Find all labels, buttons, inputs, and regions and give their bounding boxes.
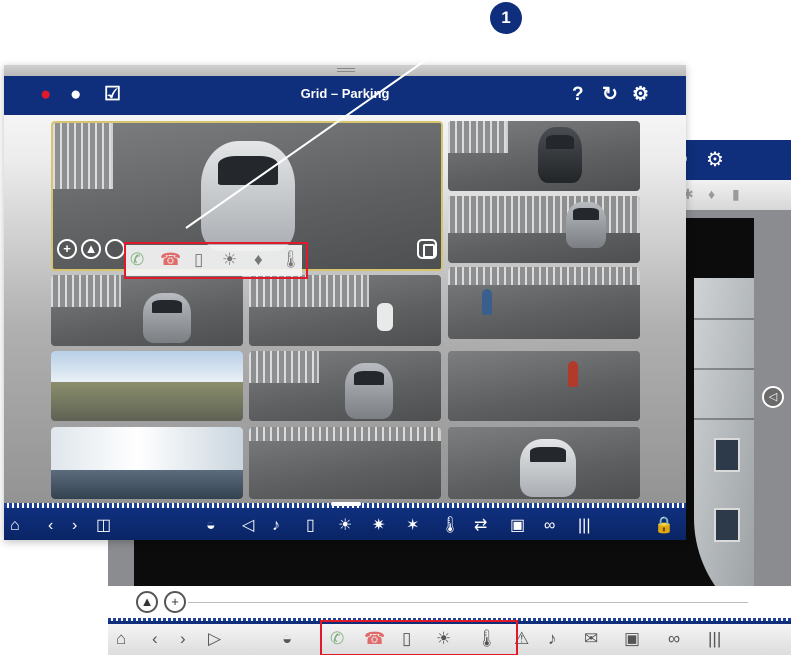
camera-tile-parking-silver-car[interactable]: [448, 427, 640, 499]
building-image: [694, 278, 754, 586]
page-title: Grid – Parking: [300, 86, 390, 101]
camera-tile-parking-grey-car[interactable]: [249, 351, 441, 421]
microphone-icon[interactable]: ♪: [272, 516, 280, 536]
back-icon[interactable]: ‹: [48, 516, 53, 536]
light-auto-icon[interactable]: ✶: [406, 516, 419, 536]
front-timeline[interactable]: [4, 502, 686, 511]
back-icon[interactable]: ‹: [152, 629, 158, 649]
camera-tile-parking-scooter[interactable]: [249, 275, 441, 346]
link-icon[interactable]: ∞: [544, 516, 555, 536]
link-icon[interactable]: ∞: [668, 629, 680, 649]
screenshot-composition: ↻ ⚙ ✱ ♦ ▮ ◁ ▲ + ⌂: [0, 0, 791, 655]
camera-tile-parking-gate[interactable]: [249, 427, 441, 499]
front-window: ● ● ☑ Grid – Parking ? ↻ ⚙ + ▲ ✆ ☎ ▯ ☀ ♦…: [4, 65, 686, 540]
lamp-icon[interactable]: ♦: [708, 186, 715, 202]
zoom-in-icon[interactable]: +: [164, 591, 186, 613]
bell-icon[interactable]: ♪: [548, 629, 557, 649]
front-toolbar: ⌂ ‹ › ◫ ◒ ◁ ♪ ▯ ☀ ✷ ✶ 🌡 ⇄ ▣ ∞ ||| 🔒: [4, 511, 686, 540]
settings-gear-icon[interactable]: ⚙: [706, 148, 724, 172]
speaker-icon[interactable]: ◁: [242, 516, 254, 536]
door-icon[interactable]: ▮: [732, 186, 740, 203]
door-icon[interactable]: ▯: [306, 516, 315, 536]
camera-tile-parking-gate-car[interactable]: [448, 196, 640, 263]
light-off-icon[interactable]: ✷: [372, 516, 385, 536]
lock-icon[interactable]: 🔒: [654, 516, 674, 536]
layout-icon[interactable]: ◫: [96, 516, 111, 536]
separator-line: [188, 602, 748, 603]
forward-icon[interactable]: ›: [180, 629, 186, 649]
camera-tile-parking-walker[interactable]: [448, 351, 640, 421]
circle-icon[interactable]: [105, 239, 125, 259]
front-door-station-highlight: [124, 242, 308, 279]
home-icon[interactable]: ⌂: [116, 629, 126, 649]
camera-tile-parking-dark-car[interactable]: [448, 121, 640, 191]
zoom-in-icon[interactable]: +: [57, 239, 77, 259]
barcode-icon[interactable]: |||: [578, 516, 590, 536]
mail-icon[interactable]: ✉: [584, 629, 598, 649]
thermometer-icon[interactable]: 🌡: [440, 516, 460, 536]
mountains-icon[interactable]: ▲: [81, 239, 101, 259]
camera-tile-field-panorama[interactable]: [51, 351, 243, 421]
snapshot-icon[interactable]: ▣: [510, 516, 525, 536]
back-door-station-highlight: [320, 620, 518, 655]
barcode-icon[interactable]: |||: [708, 629, 721, 649]
mountains-icon[interactable]: ▲: [136, 591, 158, 613]
camera-tile-lobby-interior[interactable]: [51, 427, 243, 499]
transfer-icon[interactable]: ⇄: [474, 516, 487, 536]
refresh-icon[interactable]: ↻: [602, 83, 618, 107]
camera-tile-parking-fence-car[interactable]: [51, 275, 243, 346]
front-header: ● ● ☑ Grid – Parking ? ↻ ⚙: [4, 76, 686, 115]
back-bottom-bar: ▲ +: [108, 586, 791, 618]
dome-camera-icon[interactable]: ◒: [282, 629, 292, 649]
forward-icon[interactable]: ›: [72, 516, 77, 536]
door-icon[interactable]: [417, 239, 437, 259]
dome-camera-icon[interactable]: ◒: [206, 516, 216, 536]
camera-tile-parking-cyclist[interactable]: [448, 267, 640, 339]
home-icon[interactable]: ⌂: [10, 516, 20, 536]
snapshot-icon[interactable]: ▣: [624, 629, 640, 649]
window-grip[interactable]: [4, 65, 686, 76]
callout-badge: 1: [490, 2, 522, 34]
car-image: [201, 141, 295, 251]
speaker-icon[interactable]: ◁: [762, 386, 784, 408]
timeline-knob[interactable]: [331, 502, 361, 506]
play-icon[interactable]: ▷: [208, 629, 221, 649]
settings-gear-icon[interactable]: ⚙: [632, 83, 649, 107]
help-icon[interactable]: ?: [572, 83, 584, 107]
light-icon[interactable]: ☀: [338, 516, 352, 536]
